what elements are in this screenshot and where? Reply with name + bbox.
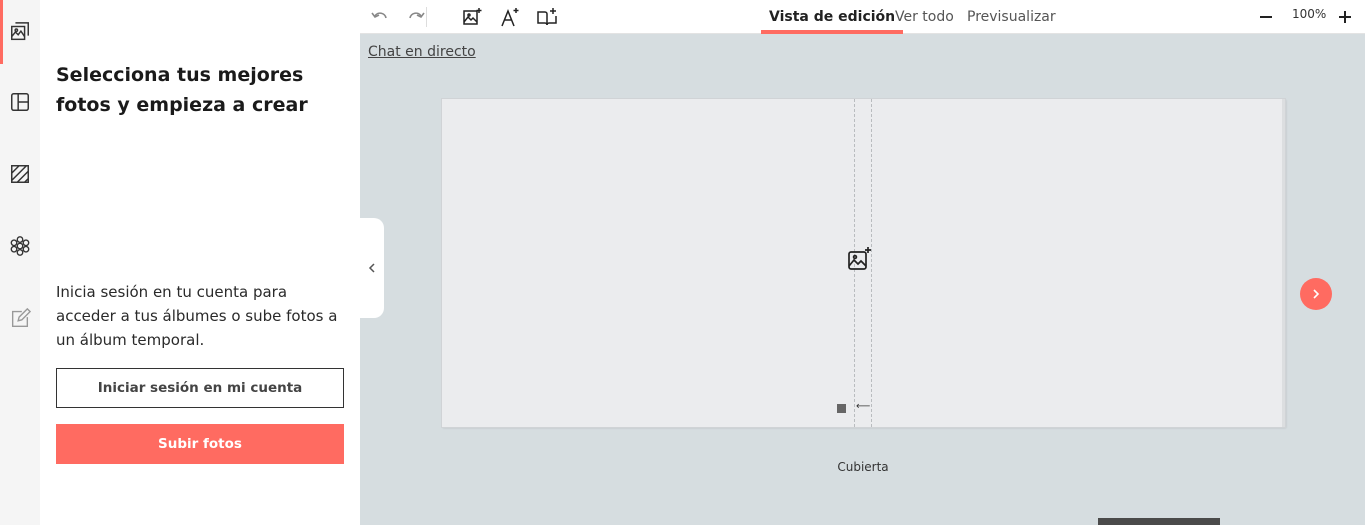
tab-preview[interactable]: Previsualizar <box>967 0 1056 34</box>
tab-view-all[interactable]: Ver todo <box>895 0 954 34</box>
page-edge <box>1282 99 1285 427</box>
undo-icon <box>371 12 387 19</box>
next-page-button[interactable] <box>1300 278 1332 310</box>
decoration-flower-icon <box>10 236 30 256</box>
collapse-panel-button[interactable] <box>360 218 384 318</box>
add-image-icon <box>848 247 871 270</box>
rail-photos[interactable] <box>0 0 40 64</box>
edit-text-icon <box>11 307 31 327</box>
spine-thumbnail <box>837 404 846 413</box>
toolbar-divider <box>426 7 427 27</box>
rail-layouts[interactable] <box>0 70 40 134</box>
panel-description: Inicia sesión en tu cuenta para acceder … <box>56 283 338 349</box>
upload-photos-button[interactable]: Subir fotos <box>56 424 344 464</box>
undo-button[interactable] <box>366 3 394 31</box>
live-chat-link[interactable]: Chat en directo <box>368 44 476 60</box>
tool-rail <box>0 0 40 525</box>
page-label: Cubierta <box>837 460 889 474</box>
plus-icon <box>1339 11 1351 23</box>
chevron-right-icon <box>1313 289 1320 299</box>
editor-toolbar: Vista de edición Ver todo Previsualizar … <box>360 0 1365 34</box>
rail-backgrounds[interactable] <box>0 142 40 206</box>
cover-page[interactable]: ⟵ <box>442 99 1285 427</box>
background-pattern-icon <box>11 165 29 183</box>
photos-panel: Selecciona tus mejores fotos y empieza a… <box>40 0 360 525</box>
rail-decorations[interactable] <box>0 214 40 278</box>
add-text-button[interactable] <box>496 3 524 31</box>
add-page-button[interactable] <box>533 3 561 31</box>
add-image-button[interactable] <box>458 3 486 31</box>
panel-title: Selecciona tus mejores fotos y empieza a… <box>56 64 308 116</box>
spine-width-arrow-icon: ⟵ <box>856 401 871 412</box>
login-button[interactable]: Iniciar sesión en mi cuenta <box>56 368 344 408</box>
minus-icon <box>1260 16 1272 18</box>
zoom-in-button[interactable] <box>1331 3 1359 31</box>
page-strip-handle[interactable] <box>1098 518 1220 525</box>
rail-text[interactable] <box>0 286 40 350</box>
photos-icon <box>11 22 29 41</box>
tab-edit-view[interactable]: Vista de edición <box>760 0 904 34</box>
zoom-out-button[interactable] <box>1252 3 1280 31</box>
add-text-icon <box>501 8 519 27</box>
zoom-level: 100% <box>1292 7 1327 21</box>
spine-add-image-button[interactable] <box>846 246 872 272</box>
redo-icon <box>409 12 425 19</box>
chevron-left-icon <box>368 263 375 273</box>
layout-icon <box>11 93 29 111</box>
book-add-icon <box>537 8 557 26</box>
add-image-icon <box>463 8 482 25</box>
